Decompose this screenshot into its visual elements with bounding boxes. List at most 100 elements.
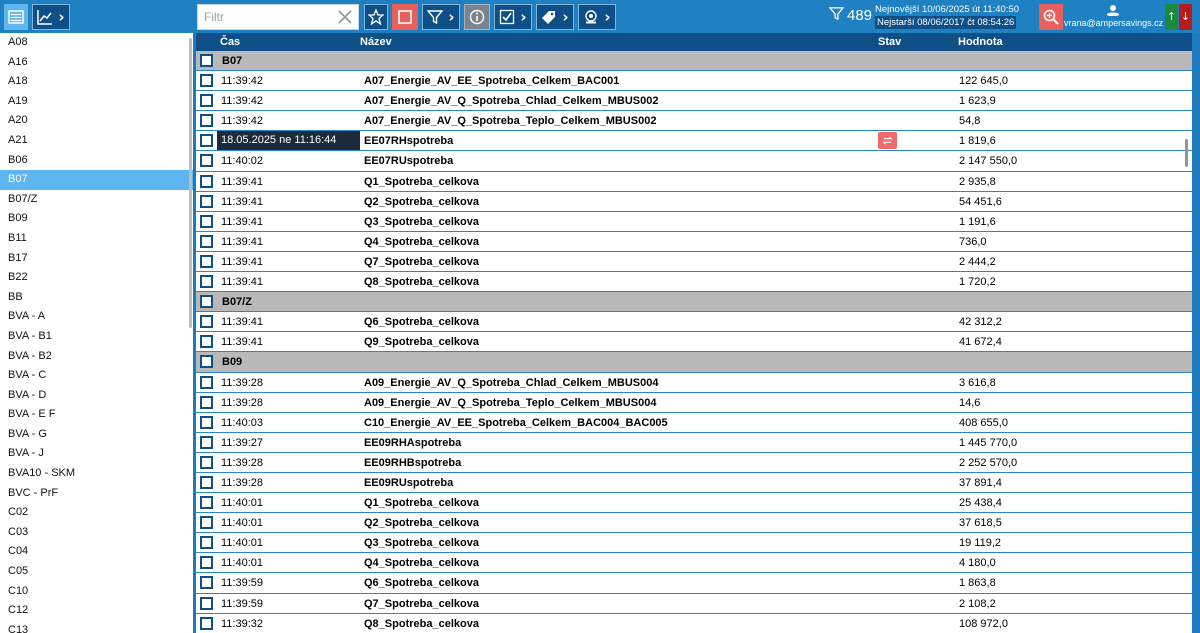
row-checkbox[interactable] (200, 616, 213, 630)
row-checkbox[interactable] (200, 435, 213, 449)
table-row[interactable]: 11:39:28 EE09RHBspotreba 2 252 570,0 (196, 452, 1192, 473)
sidebar-item[interactable]: BVA - C (0, 366, 193, 386)
table-row[interactable]: 11:39:41 Q7_Spotreba_celkova 2 444,2 (196, 251, 1192, 273)
user-menu[interactable]: vrana@ampersavings.cz (1064, 4, 1163, 28)
column-header-status[interactable]: Stav (878, 36, 901, 48)
row-checkbox[interactable] (200, 496, 213, 510)
table-row[interactable]: 11:40:01 Q4_Spotreba_celkova 4 180,0 (196, 553, 1192, 574)
row-checkbox[interactable] (200, 154, 213, 168)
table-row[interactable]: 11:39:28 EE09RUspotreba 37 891,4 (196, 472, 1192, 494)
row-checkbox[interactable] (200, 275, 213, 289)
table-row[interactable]: 11:39:28 A09_Energie_AV_Q_Spotreba_Chlad_… (196, 372, 1192, 393)
row-checkbox[interactable] (200, 315, 213, 329)
list-view-button[interactable] (4, 4, 28, 30)
sidebar-item[interactable]: C10 (0, 582, 193, 602)
row-checkbox[interactable] (200, 475, 213, 489)
row-checkbox[interactable] (200, 234, 213, 248)
row-checkbox[interactable] (200, 254, 213, 268)
group-row[interactable]: B07/Z (196, 292, 1192, 313)
row-checkbox[interactable] (200, 335, 213, 349)
row-checkbox[interactable] (200, 54, 213, 67)
row-checkbox[interactable] (200, 114, 213, 128)
table-row[interactable]: 11:39:42 A07_Energie_AV_Q_Spotreba_Chlad_… (196, 91, 1192, 112)
sidebar-item[interactable]: B07/Z (0, 190, 193, 210)
sidebar-item[interactable]: BVA - G (0, 425, 193, 445)
row-checkbox[interactable] (200, 556, 213, 570)
sidebar-item[interactable]: C04 (0, 542, 193, 562)
sidebar-item[interactable]: BVA10 - SKM (0, 464, 193, 484)
sidebar-item[interactable]: BB (0, 288, 193, 308)
column-header-value[interactable]: Hodnota (958, 36, 1003, 48)
alarm-menu-button[interactable]: › (578, 4, 616, 30)
favorites-button[interactable] (364, 4, 388, 30)
table-row[interactable]: 11:39:41 Q4_Spotreba_celkova 736,0 (196, 231, 1192, 252)
table-row[interactable]: 11:39:41 Q6_Spotreba_celkova 42 312,2 (196, 312, 1192, 333)
sidebar-item[interactable]: C12 (0, 601, 193, 621)
filter-menu-button[interactable]: › (422, 4, 460, 30)
table-row[interactable]: 11:39:41 Q2_Spotreba_celkova 54 451,6 (196, 191, 1192, 212)
row-checkbox[interactable] (200, 576, 213, 590)
table-row[interactable]: 11:39:27 EE09RHAspotreba 1 445 770,0 (196, 432, 1192, 453)
check-menu-button[interactable]: › (494, 4, 532, 30)
info-button[interactable] (464, 4, 490, 30)
table-row[interactable]: 11:40:03 C10_Energie_AV_EE_Spotreba_Celke… (196, 412, 1192, 433)
sidebar-item[interactable]: A08 (0, 33, 193, 53)
sidebar-item[interactable]: A19 (0, 92, 193, 112)
sidebar-item[interactable]: BVA - B1 (0, 327, 193, 347)
sort-up-button[interactable]: ↑ (1165, 4, 1178, 30)
sidebar-item[interactable]: B17 (0, 249, 193, 269)
table-row[interactable]: 11:39:41 Q9_Spotreba_celkova 41 672,4 (196, 332, 1192, 353)
sidebar-item[interactable]: C03 (0, 523, 193, 543)
row-checkbox[interactable] (200, 536, 213, 550)
swap-icon[interactable] (878, 132, 897, 150)
sidebar-item[interactable]: BVA - E F (0, 405, 193, 425)
table-row[interactable]: 11:39:59 Q6_Spotreba_celkova 1 863,8 (196, 573, 1192, 594)
group-row[interactable]: B09 (196, 352, 1192, 373)
sort-down-button[interactable]: ↓ (1179, 4, 1192, 30)
row-checkbox[interactable] (200, 395, 213, 409)
table-row[interactable]: 18.05.2025 ne 11:16:44 EE07RHspotreba 1 81… (196, 131, 1192, 152)
row-checkbox[interactable] (200, 455, 213, 469)
chart-view-button[interactable]: › (32, 4, 70, 30)
column-header-name[interactable]: Název (360, 36, 392, 48)
table-row[interactable]: 11:40:02 EE07RUspotreba 2 147 550,0 (196, 151, 1192, 172)
sidebar-item[interactable]: B09 (0, 209, 193, 229)
row-checkbox[interactable] (200, 134, 213, 148)
table-row[interactable]: 11:39:42 A07_Energie_AV_EE_Spotreba_Celke… (196, 71, 1192, 92)
sidebar-item[interactable]: B07 (0, 170, 193, 190)
group-row[interactable]: B07 (196, 51, 1192, 72)
sidebar-item[interactable]: BVC - PrF (0, 484, 193, 504)
table-row[interactable]: 11:40:01 Q3_Spotreba_celkova 19 119,2 (196, 533, 1192, 554)
sidebar-item[interactable]: A21 (0, 131, 193, 151)
sidebar-item[interactable]: B11 (0, 229, 193, 249)
sidebar-item[interactable]: B06 (0, 151, 193, 171)
sidebar-item[interactable]: A20 (0, 111, 193, 131)
sidebar-item[interactable]: A18 (0, 72, 193, 92)
sidebar-item[interactable]: C02 (0, 503, 193, 523)
sidebar-item[interactable]: BVA - J (0, 444, 193, 464)
clear-filter-icon[interactable] (336, 8, 354, 26)
sidebar-item[interactable]: BVA - A (0, 307, 193, 327)
sidebar-item[interactable]: A16 (0, 53, 193, 73)
table-scrollbar[interactable] (1185, 139, 1188, 167)
row-checkbox[interactable] (200, 194, 213, 208)
row-checkbox[interactable] (200, 74, 213, 88)
table-row[interactable]: 11:40:01 Q2_Spotreba_celkova 37 618,5 (196, 513, 1192, 534)
tag-menu-button[interactable]: › (536, 4, 574, 30)
sidebar-scrollbar[interactable] (189, 38, 192, 328)
table-row[interactable]: 11:39:59 Q7_Spotreba_celkova 2 108,2 (196, 593, 1192, 614)
column-header-time[interactable]: Čas (220, 36, 240, 48)
table-row[interactable]: 11:39:32 Q8_Spotreba_celkova 108 972,0 (196, 613, 1192, 633)
row-checkbox[interactable] (200, 214, 213, 228)
sidebar-item[interactable]: B22 (0, 268, 193, 288)
table-row[interactable]: 11:40:01 Q1_Spotreba_celkova 25 438,4 (196, 493, 1192, 514)
filter-input[interactable] (198, 5, 328, 29)
sidebar-item[interactable]: C05 (0, 562, 193, 582)
sidebar-item[interactable]: C13 (0, 621, 193, 633)
table-row[interactable]: 11:39:28 A09_Energie_AV_Q_Spotreba_Teplo_… (196, 392, 1192, 413)
row-checkbox[interactable] (200, 295, 213, 309)
sidebar-item[interactable]: BVA - B2 (0, 347, 193, 367)
select-button[interactable] (392, 4, 418, 30)
row-checkbox[interactable] (200, 596, 213, 610)
row-checkbox[interactable] (200, 516, 213, 530)
